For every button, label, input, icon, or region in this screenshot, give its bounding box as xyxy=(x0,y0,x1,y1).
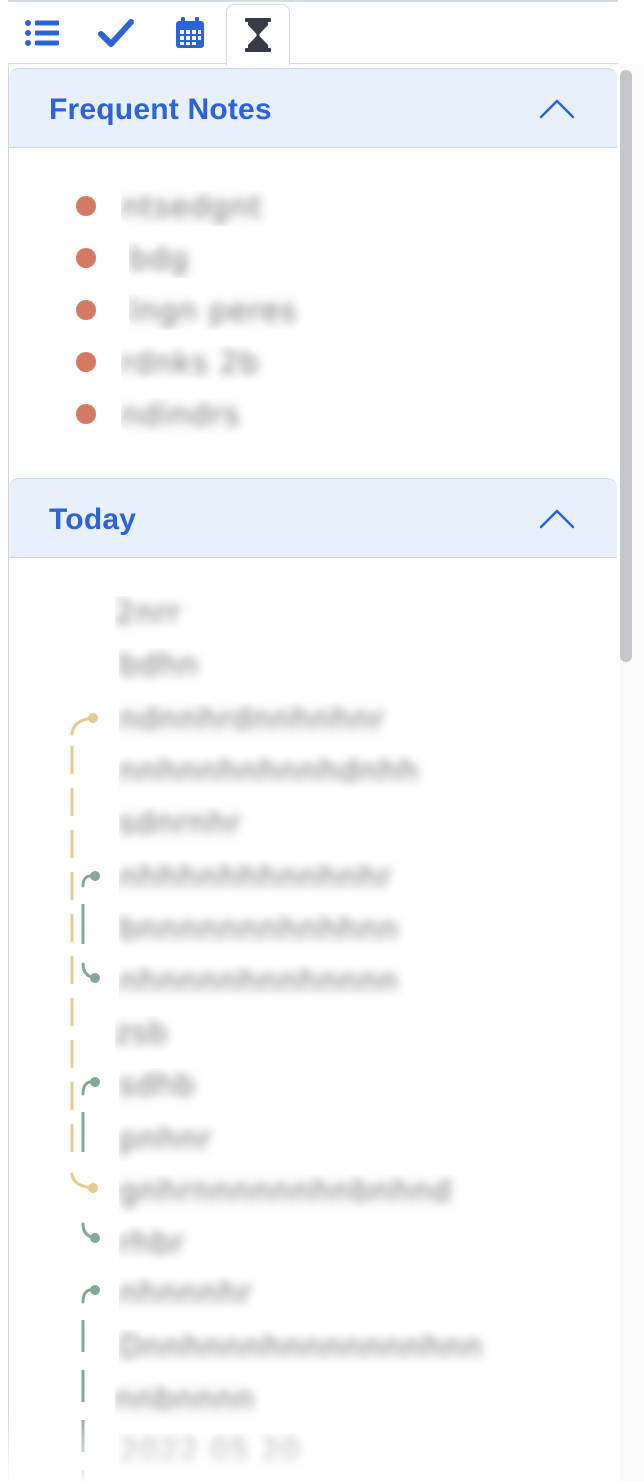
hourglass-icon xyxy=(245,18,271,52)
list-item[interactable]: bdhn xyxy=(119,648,259,688)
list-item[interactable]: 2022 05 20 xyxy=(119,1434,319,1474)
list-item[interactable]: 2nrr xyxy=(115,596,235,636)
note-link-lines xyxy=(70,713,100,1482)
list-item[interactable]: rdnks 2b xyxy=(121,346,331,382)
list-item[interactable]: ndindrs xyxy=(121,398,321,434)
list-item[interactable]: bnnnnnnnhnhhnn xyxy=(119,912,489,952)
list-item[interactable]: nnbnnnn xyxy=(115,1382,305,1422)
list-item[interactable]: zsb xyxy=(115,1016,225,1056)
list-icon xyxy=(25,20,59,46)
list-item[interactable]: nnhnnhnhnnhdnhh xyxy=(119,754,579,794)
list-item[interactable]: rhbr xyxy=(119,1226,239,1266)
list-item[interactable]: lngn peres xyxy=(129,294,329,330)
tab-recent[interactable] xyxy=(226,4,290,66)
list-item[interactable]: sdhb xyxy=(119,1068,239,1108)
tab-calendar[interactable] xyxy=(158,2,222,64)
tab-tasks[interactable] xyxy=(84,2,148,64)
checkmark-icon xyxy=(98,19,134,47)
list-item[interactable]: bdg xyxy=(129,242,219,278)
notes-panel: Frequent Notes ntsedgnt bdg lngn peres r… xyxy=(8,66,617,1482)
chevron-up-icon[interactable] xyxy=(539,507,575,529)
list-item[interactable]: ndnnhrdnnhnhnr xyxy=(119,702,529,742)
list-item[interactable]: Dnnhnnnhnnnnnnnhnn xyxy=(119,1330,579,1370)
calendar-icon xyxy=(176,17,204,48)
list-item[interactable]: gnhrnnnnnnhnbnhnd xyxy=(119,1174,529,1214)
list-item[interactable]: nhhhnhhhnnhnhr xyxy=(119,860,529,900)
view-tab-bar xyxy=(8,0,618,66)
list-item[interactable]: sdnrnhr xyxy=(119,806,359,846)
list-item[interactable]: pnhnr xyxy=(119,1122,259,1162)
chevron-up-icon[interactable] xyxy=(539,97,575,119)
list-item[interactable]: nhnnnhr xyxy=(119,1276,309,1316)
list-item[interactable]: ntsedgnt xyxy=(121,190,321,226)
tab-list[interactable] xyxy=(10,2,74,64)
list-item[interactable]: nhnnnnhnnhnnnn xyxy=(119,964,489,1004)
scrollbar-thumb[interactable] xyxy=(620,70,632,662)
